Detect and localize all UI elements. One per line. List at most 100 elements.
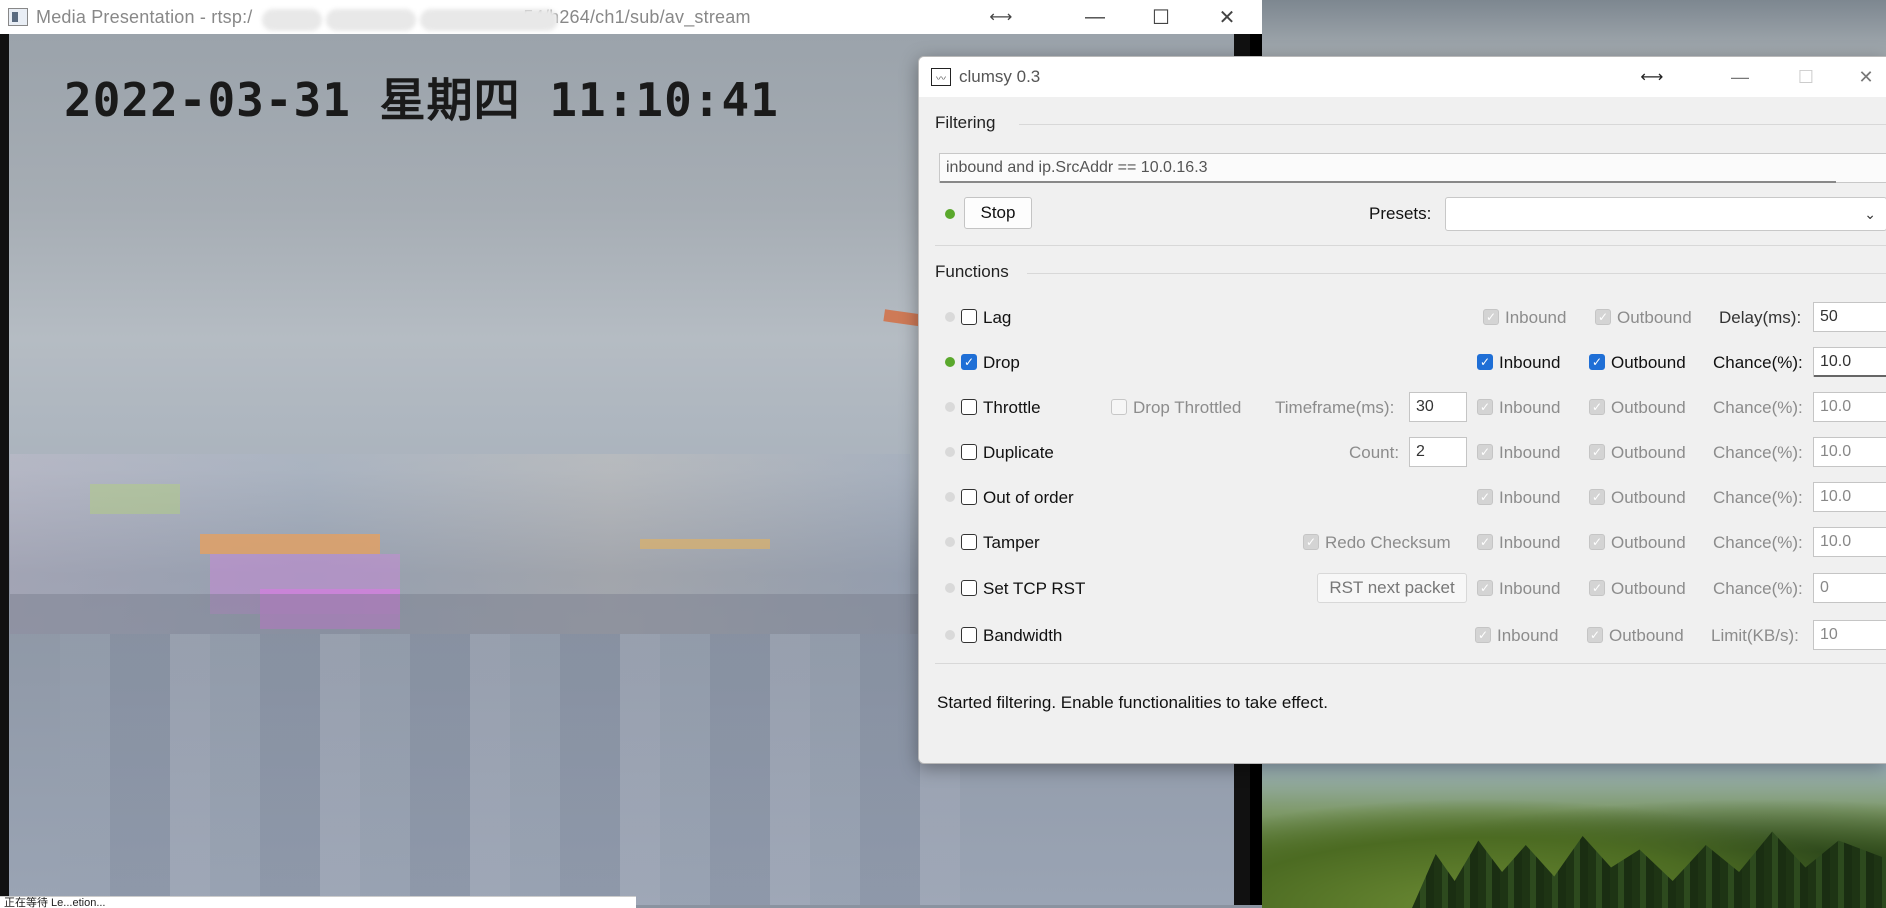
tamper-checkbox[interactable] <box>961 534 977 550</box>
inbound-label: Inbound <box>1505 308 1567 327</box>
clumsy-title-bar[interactable]: 〰 clumsy 0.3 ⟷ — ☐ ✕ <box>919 57 1886 97</box>
throttle-outbound-checkbox: ✓ <box>1589 399 1605 415</box>
desktop-wallpaper-sky <box>1262 0 1886 60</box>
function-name: Tamper <box>983 533 1040 552</box>
filter-expression-text: inbound and ip.SrcAddr == 10.0.16.3 <box>946 159 1208 176</box>
throttle-inbound-checkbox: ✓ <box>1477 399 1493 415</box>
lag-delay-input[interactable]: 50 <box>1813 302 1886 332</box>
drop-inbound-checkbox[interactable]: ✓ <box>1477 354 1493 370</box>
duplicate-count-input[interactable]: 2 <box>1409 437 1467 467</box>
redaction-blur <box>420 9 558 31</box>
tamper-chance-input[interactable]: 10.0 <box>1813 527 1886 557</box>
minimize-button[interactable]: — <box>1072 0 1118 34</box>
outbound-label: Outbound <box>1611 579 1686 598</box>
field-value: 10.0 <box>1820 398 1852 415</box>
group-divider <box>1027 273 1886 274</box>
media-app-icon <box>8 8 28 26</box>
bandwidth-inbound-checkbox: ✓ <box>1475 627 1491 643</box>
throttle-checkbox[interactable] <box>961 399 977 415</box>
maximize-button[interactable]: ☐ <box>1138 0 1184 34</box>
group-divider <box>1019 124 1886 125</box>
field-value: 30 <box>1416 398 1434 415</box>
media-title-bar[interactable]: Media Presentation - rtsp:/54/h264/ch1/s… <box>0 0 1262 34</box>
inbound-label: Inbound <box>1499 579 1561 598</box>
redaction-blur <box>262 9 322 31</box>
drop-outbound-checkbox[interactable]: ✓ <box>1589 354 1605 370</box>
duplicate-inbound-checkbox: ✓ <box>1477 444 1493 460</box>
field-value: 10.0 <box>1820 488 1852 505</box>
drop-checkbox[interactable]: ✓ <box>961 354 977 370</box>
field-value: 10.0 <box>1820 533 1852 550</box>
field-value: 10.0 <box>1820 443 1852 460</box>
drop-throttled-label: Drop Throttled <box>1133 398 1242 417</box>
throttle-chance-input[interactable]: 10.0 <box>1813 392 1886 422</box>
chevron-down-icon: ⌄ <box>1864 206 1876 222</box>
functions-group-label: Functions <box>935 262 1009 281</box>
group-divider <box>935 245 1886 246</box>
filter-expression-input[interactable]: inbound and ip.SrcAddr == 10.0.16.3 <box>939 153 1886 183</box>
function-name: Set TCP RST <box>983 579 1086 598</box>
rst-inbound-checkbox: ✓ <box>1477 580 1493 596</box>
bandwidth-limit-input[interactable]: 10 <box>1813 620 1886 650</box>
presets-dropdown[interactable]: ⌄ <box>1445 197 1886 231</box>
function-row-drop: ✓ Drop ✓ Inbound ✓ Outbound Chance(%): 1… <box>919 344 1886 380</box>
inbound-label: Inbound <box>1499 533 1561 552</box>
rst-chance-input[interactable]: 0 <box>1813 573 1886 603</box>
status-tooltip: 正在等待 Le...etion... <box>0 896 636 908</box>
outbound-label: Outbound <box>1611 443 1686 462</box>
function-name: Out of order <box>983 488 1074 507</box>
inbound-label: Inbound <box>1499 488 1561 507</box>
inbound-label: Inbound <box>1499 398 1561 417</box>
param-label: Limit(KB/s): <box>1711 626 1799 645</box>
drop-chance-input[interactable]: 10.0 <box>1813 347 1886 377</box>
outbound-label: Outbound <box>1611 353 1686 372</box>
close-button[interactable]: ✕ <box>1843 57 1886 97</box>
field-value: 50 <box>1820 308 1838 325</box>
out-of-order-checkbox[interactable] <box>961 489 977 505</box>
field-value: 10.0 <box>1820 353 1852 370</box>
function-status-dot <box>945 312 955 322</box>
function-status-dot <box>945 402 955 412</box>
param-label: Chance(%): <box>1713 353 1803 372</box>
rst-next-packet-button[interactable]: RST next packet <box>1317 573 1467 603</box>
function-status-dot <box>945 492 955 502</box>
video-artifact-blocks <box>60 634 960 905</box>
redaction-blur <box>326 9 416 31</box>
video-artifact <box>640 539 770 549</box>
duplicate-checkbox[interactable] <box>961 444 977 460</box>
function-name: Bandwidth <box>983 626 1063 645</box>
throttle-timeframe-input[interactable]: 30 <box>1409 392 1467 422</box>
drop-throttled-checkbox <box>1111 399 1127 415</box>
function-row-out-of-order: Out of order ✓ Inbound ✓ Outbound Chance… <box>919 479 1886 515</box>
function-status-dot <box>945 447 955 457</box>
media-title-prefix: Media Presentation - rtsp:/ <box>36 6 253 27</box>
camera-timestamp-overlay: 2022-03-31 星期四 11:10:41 <box>64 73 779 127</box>
set-tcp-rst-checkbox[interactable] <box>961 580 977 596</box>
tamper-outbound-checkbox: ✓ <box>1589 534 1605 550</box>
function-name: Drop <box>983 353 1020 372</box>
outbound-label: Outbound <box>1617 308 1692 327</box>
status-message: Started filtering. Enable functionalitie… <box>937 693 1328 712</box>
function-name: Lag <box>983 308 1012 327</box>
outbound-label: Outbound <box>1611 488 1686 507</box>
ooo-chance-input[interactable]: 10.0 <box>1813 482 1886 512</box>
lag-inbound-checkbox: ✓ <box>1483 309 1499 325</box>
input-underline <box>1814 375 1886 377</box>
lag-checkbox[interactable] <box>961 309 977 325</box>
clumsy-window: 〰 clumsy 0.3 ⟷ — ☐ ✕ Filtering inbound a… <box>918 56 1886 764</box>
group-divider <box>935 663 1886 664</box>
param-label: Chance(%): <box>1713 443 1803 462</box>
filter-status-dot <box>945 209 955 219</box>
stop-button[interactable]: Stop <box>964 197 1032 229</box>
inbound-label: Inbound <box>1499 443 1561 462</box>
close-button[interactable]: ✕ <box>1204 0 1250 34</box>
bandwidth-checkbox[interactable] <box>961 627 977 643</box>
ooo-inbound-checkbox: ✓ <box>1477 489 1493 505</box>
duplicate-chance-input[interactable]: 10.0 <box>1813 437 1886 467</box>
redo-checksum-checkbox: ✓ <box>1303 534 1319 550</box>
minimize-button[interactable]: — <box>1717 57 1763 97</box>
function-name: Throttle <box>983 398 1041 417</box>
desktop-wallpaper-landscape <box>1262 760 1886 908</box>
clumsy-window-title: clumsy 0.3 <box>959 67 1041 86</box>
function-row-throttle: Throttle Drop Throttled Timeframe(ms): 3… <box>919 389 1886 425</box>
